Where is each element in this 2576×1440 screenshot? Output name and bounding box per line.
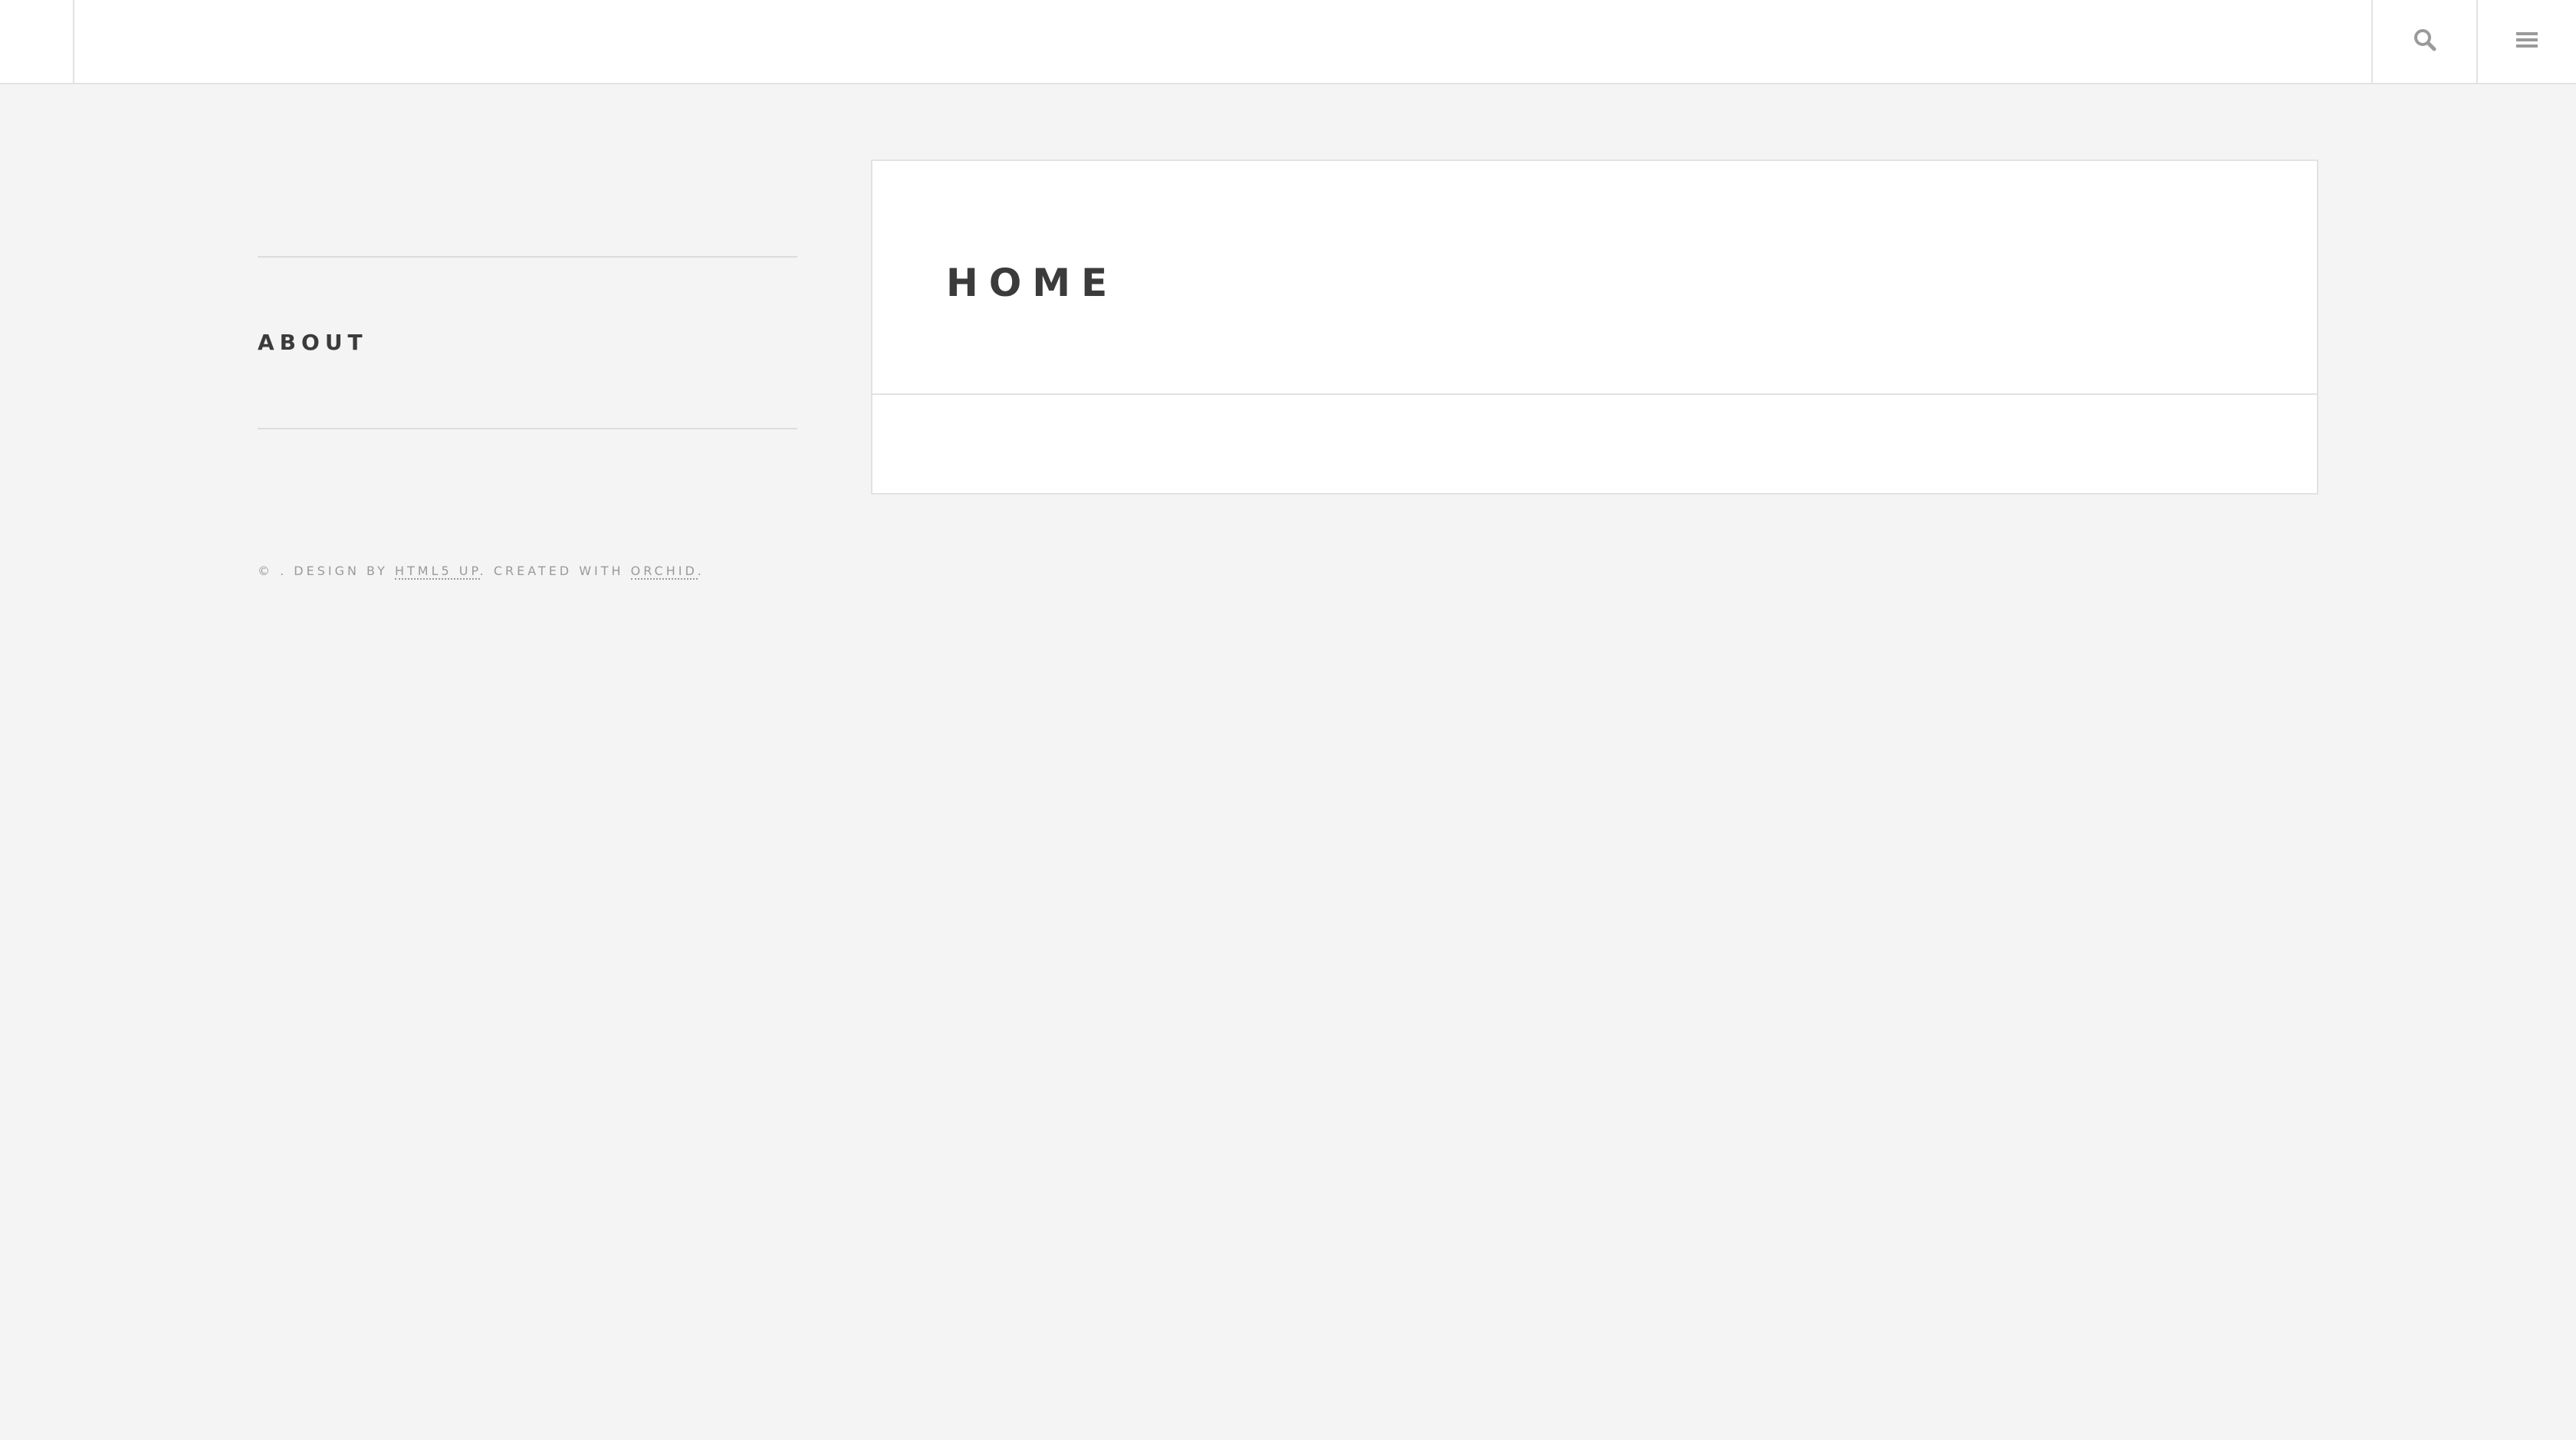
menu-icon — [2516, 31, 2538, 53]
sidebar: ABOUT — [258, 256, 797, 429]
orchid-link[interactable]: ORCHID — [630, 564, 698, 580]
page-title: HOME — [946, 261, 1119, 305]
copyright: © . DESIGN BY HTML5 UP. CREATED WITH ORC… — [258, 564, 705, 580]
divider — [258, 428, 797, 429]
main-card: HOME — [871, 159, 2318, 495]
sidebar-item-about[interactable]: ABOUT — [258, 258, 797, 428]
card-header: HOME — [872, 161, 2317, 395]
menu-button[interactable] — [2476, 0, 2576, 83]
top-header — [0, 0, 2576, 84]
brand-area — [0, 0, 74, 83]
html5up-link[interactable]: HTML5 UP — [394, 564, 480, 580]
search-button[interactable] — [2371, 0, 2476, 83]
copyright-middle: . CREATED WITH — [479, 564, 631, 578]
search-icon — [2413, 28, 2436, 55]
copyright-suffix: . — [697, 564, 705, 578]
copyright-prefix: © . DESIGN BY — [258, 564, 395, 578]
